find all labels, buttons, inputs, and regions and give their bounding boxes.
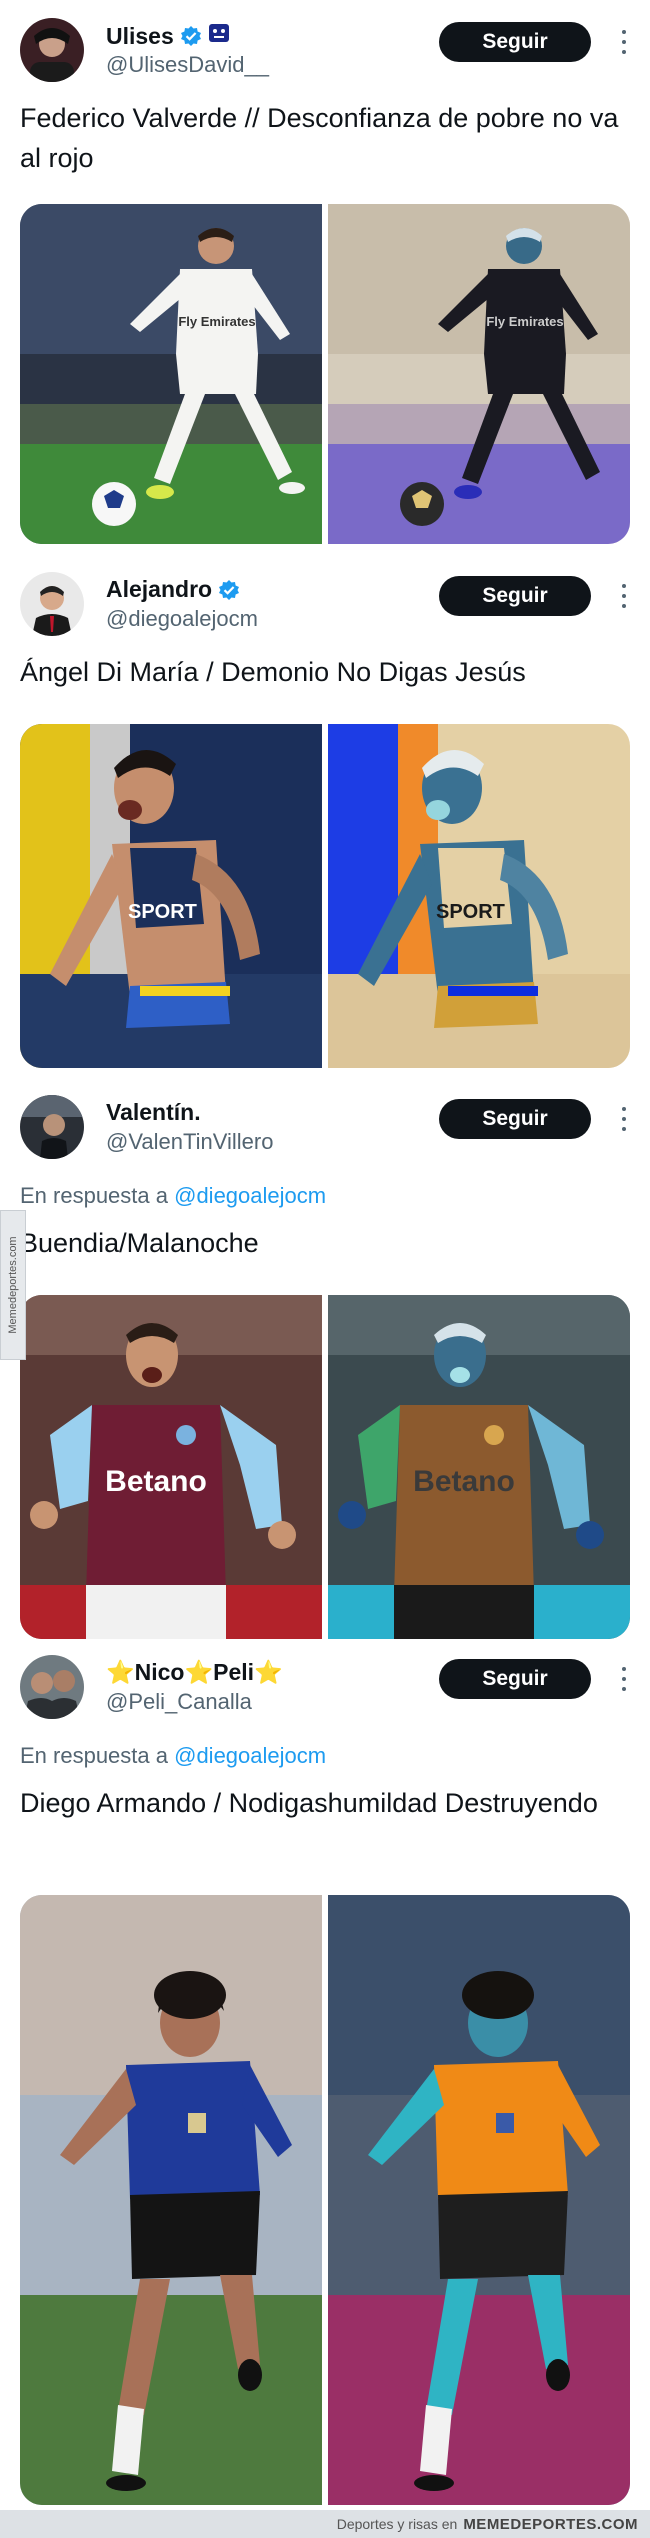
user-handle[interactable]: @diegoalejocm	[106, 606, 258, 632]
follow-button[interactable]: Seguir	[439, 576, 591, 616]
photo-inverted[interactable]: Fly Emirates	[328, 204, 630, 544]
verified-badge-icon	[180, 25, 202, 47]
tweet-media[interactable]	[20, 1895, 630, 2505]
photo-original[interactable]: SPORT	[20, 724, 322, 1068]
tweet-text: Buendia/Malanoche	[20, 1228, 259, 1258]
photo-original[interactable]: Fly Emirates	[20, 204, 322, 544]
user-name[interactable]: Alejandro	[106, 576, 240, 603]
tweet-text: Federico Valverde // Desconfianza de pob…	[20, 103, 619, 173]
follow-button[interactable]: Seguir	[439, 1099, 591, 1139]
shirt-text: Betano	[413, 1465, 515, 1498]
tweet-header: Alejandro @diegoalejocm Seguir	[20, 572, 630, 642]
user-name-text: ⭐Nico⭐Peli⭐	[106, 1659, 283, 1685]
side-watermark: Memedeportes.com	[0, 1210, 26, 1360]
avatar[interactable]	[20, 1095, 84, 1159]
user-name[interactable]: ⭐Nico⭐Peli⭐	[106, 1659, 283, 1686]
shirt-text: Fly Emirates	[486, 314, 563, 329]
user-name[interactable]: Valentín.	[106, 1099, 201, 1126]
side-watermark-text: Memedeportes.com	[7, 1236, 19, 1334]
reply-context: En respuesta a @diegoalejocm	[20, 1183, 326, 1209]
follow-button[interactable]: Seguir	[439, 22, 591, 62]
photo-original[interactable]	[20, 1895, 322, 2505]
tweet-media[interactable]: Betano Betano	[20, 1295, 630, 1639]
more-options-icon[interactable]	[617, 30, 631, 54]
tweet-header: Valentín. @ValenTinVillero Seguir	[20, 1095, 630, 1165]
tweet-text: Ángel Di María / Demonio No Digas Jesús	[20, 657, 526, 687]
tweet-header: Ulises @UlisesDavid__ Seguir	[20, 18, 630, 88]
reply-context: En respuesta a @diegoalejocm	[20, 1743, 326, 1769]
more-options-icon[interactable]	[617, 1667, 631, 1691]
shirt-text: Fly Emirates	[178, 314, 255, 329]
reply-mention-link[interactable]: @diegoalejocm	[174, 1183, 326, 1208]
user-handle[interactable]: @Peli_Canalla	[106, 1689, 252, 1715]
photo-inverted[interactable]	[328, 1895, 630, 2505]
user-name-text: Ulises	[106, 22, 174, 49]
avatar[interactable]	[20, 1655, 84, 1719]
shirt-text: SPORT	[436, 901, 505, 923]
photo-inverted[interactable]: SPORT	[328, 724, 630, 1068]
photo-inverted[interactable]: Betano	[328, 1295, 630, 1639]
footer-brand: MEMEDEPORTES.COM	[463, 2515, 638, 2533]
follow-button[interactable]: Seguir	[439, 1659, 591, 1699]
shirt-text: SPORT	[128, 901, 197, 923]
affiliate-badge-icon	[208, 22, 230, 50]
user-name-text: Valentín.	[106, 1099, 201, 1125]
tweet-header: ⭐Nico⭐Peli⭐ @Peli_Canalla Seguir	[20, 1655, 630, 1725]
tweet-media[interactable]: Fly Emirates Fly Emirates	[20, 204, 630, 544]
avatar[interactable]	[20, 18, 84, 82]
tweet-media[interactable]: SPORT SPORT	[20, 724, 630, 1068]
photo-original[interactable]: Betano	[20, 1295, 322, 1639]
user-handle[interactable]: @ValenTinVillero	[106, 1129, 273, 1155]
user-name[interactable]: Ulises	[106, 22, 230, 50]
avatar[interactable]	[20, 572, 84, 636]
reply-mention-link[interactable]: @diegoalejocm	[174, 1743, 326, 1768]
more-options-icon[interactable]	[617, 584, 631, 608]
shirt-text: Betano	[105, 1465, 207, 1498]
user-name-text: Alejandro	[106, 576, 213, 602]
user-handle[interactable]: @UlisesDavid__	[106, 52, 269, 78]
verified-badge-icon	[218, 579, 240, 601]
more-options-icon[interactable]	[617, 1107, 631, 1131]
tweet-text: Diego Armando / Nodigashumildad Destruye…	[20, 1788, 598, 1818]
reply-prefix: En respuesta a	[20, 1183, 168, 1208]
footer-watermark: Deportes y risas en MEMEDEPORTES.COM	[0, 2510, 650, 2538]
footer-prefix: Deportes y risas en	[336, 2516, 458, 2532]
reply-prefix: En respuesta a	[20, 1743, 168, 1768]
